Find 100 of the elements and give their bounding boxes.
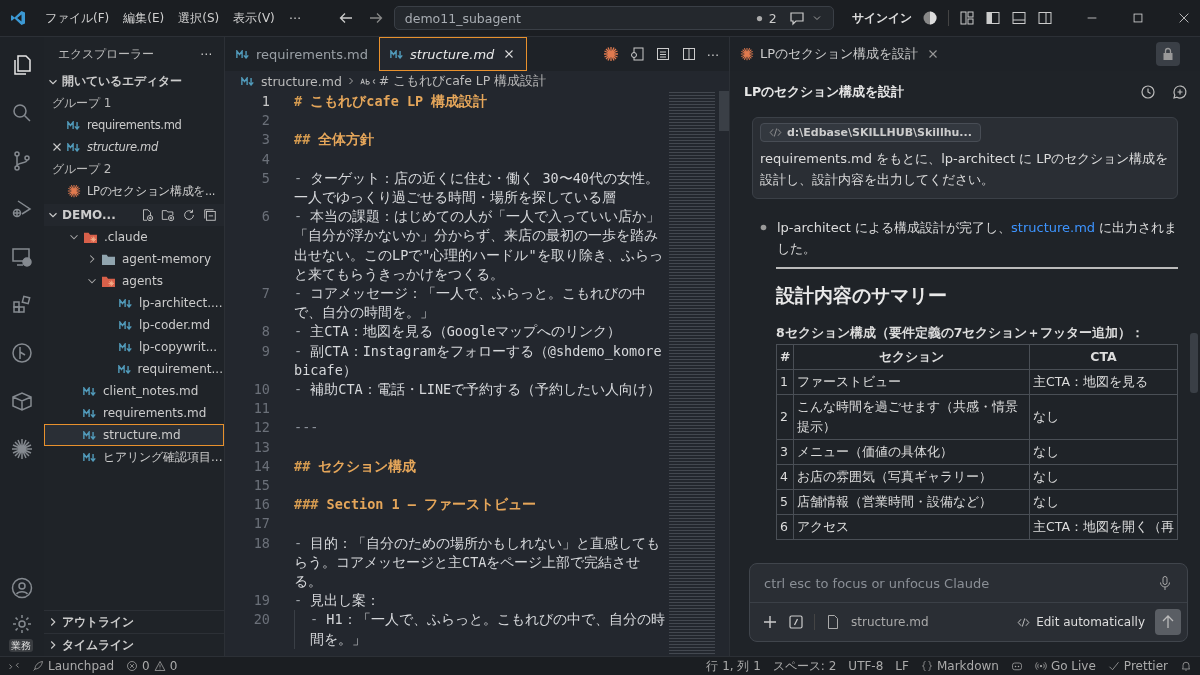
table-cell: 店舗情報（営業時間・設備など） — [794, 489, 1030, 515]
refresh-icon[interactable] — [182, 208, 196, 222]
breadcrumb-item[interactable]: # こもれびcafe LP 構成設計 — [378, 72, 547, 90]
microphone-icon[interactable] — [1157, 575, 1173, 591]
file-tree-item[interactable]: requirement... — [44, 358, 224, 380]
status-item[interactable]: Go Live — [1034, 659, 1096, 673]
bell-icon[interactable] — [1180, 660, 1192, 672]
status-item[interactable]: Markdown — [920, 659, 999, 673]
table-cell: なし — [1029, 464, 1178, 490]
table-cell: 1 — [776, 369, 794, 395]
open-editors-header[interactable]: 開いているエディター — [44, 71, 224, 92]
graph-circle-icon[interactable] — [10, 341, 34, 365]
menu-item[interactable]: 編集(E) — [116, 9, 172, 27]
edit-mode-button[interactable]: Edit automatically — [1017, 615, 1145, 629]
scrollbar-thumb[interactable] — [1190, 333, 1198, 393]
attached-file-label[interactable]: structure.md — [851, 615, 929, 629]
account-circle-icon[interactable] — [921, 10, 938, 26]
menu-item[interactable]: 選択(S) — [171, 9, 227, 27]
editor-tab[interactable]: structure.md — [379, 37, 528, 71]
file-tree-item[interactable]: requirements.md — [44, 402, 224, 424]
file-tree-item[interactable]: structure.md — [44, 424, 224, 446]
more-actions-button[interactable]: ⋯ — [200, 47, 212, 61]
command-search-field[interactable]: demo11_subagent 2 — [393, 6, 834, 30]
chat-bubble-icon[interactable] — [788, 10, 805, 26]
breadcrumb-item[interactable]: structure.md — [261, 73, 342, 89]
status-item[interactable]: スペース: 2 — [772, 657, 837, 675]
menu-item[interactable]: ファイル(F) — [38, 9, 117, 27]
remote-icon[interactable] — [8, 660, 20, 672]
new-folder-icon[interactable] — [161, 208, 175, 222]
list-item-text: - 副CTA：Instagramをフォローする（@shdemo_komorebicafe） — [294, 341, 663, 380]
file-tree-item[interactable]: lp-coder.md — [44, 314, 224, 336]
markdown-icon — [67, 142, 81, 152]
gear-icon[interactable] — [10, 612, 34, 636]
plus-icon[interactable] — [762, 614, 778, 630]
column-header: セクション — [794, 344, 1030, 370]
back-arrow-icon[interactable] — [337, 10, 354, 26]
chat-tab[interactable]: LPのセクション構成を設計 — [730, 37, 951, 71]
menu-item[interactable]: 表示(V) — [226, 9, 282, 27]
account-icon[interactable] — [10, 576, 34, 600]
column-header: CTA — [1029, 344, 1178, 370]
file-tree-item[interactable]: agent-memory — [44, 248, 224, 270]
chat-text-input[interactable]: ctrl esc to focus or unfocus Claude — [750, 568, 1157, 598]
file-tree-item[interactable]: .claude — [44, 226, 224, 248]
open-editor-item[interactable]: structure.md — [44, 136, 224, 158]
file-reference-chip[interactable]: d:\Edbase\SKILLHUB\Skillhu... — [760, 123, 981, 142]
list-item-text: - コアメッセージ：「一人で、ふらっと。こもれびの中で、自分の時間を。」 — [294, 284, 648, 323]
box-icon[interactable] — [10, 389, 34, 413]
file-tree-item[interactable]: ヒアリング確認項目... — [44, 446, 224, 468]
summary-intro-text: 8セクション構成（要件定義の7セクション＋フッター追加）： — [776, 325, 1146, 342]
editor-tab[interactable]: requirements.md — [225, 37, 380, 71]
scrollbar-thumb[interactable] — [719, 91, 729, 131]
file-link[interactable]: structure.md — [1011, 220, 1096, 235]
markdown-heading: ### Section 1 — ファーストビュー — [294, 496, 537, 513]
chat-input-field[interactable]: ctrl esc to focus or unfocus Claude — [750, 564, 1187, 603]
split-editor-icon[interactable] — [680, 46, 697, 62]
file-tree-item[interactable]: lp-copywrit... — [44, 336, 224, 358]
panel-header[interactable]: アウトライン — [44, 610, 224, 633]
status-item[interactable]: UTF-8 — [848, 659, 884, 673]
maximize-icon[interactable] — [1130, 11, 1145, 25]
lock-button[interactable] — [1156, 42, 1180, 66]
line-number: 20 — [252, 610, 271, 630]
bullet-dot-icon — [760, 224, 767, 231]
starburst-icon[interactable] — [10, 437, 34, 461]
sidebar-title: エクスプローラー — [58, 45, 154, 63]
forward-arrow-icon[interactable] — [367, 10, 384, 26]
collapse-all-icon[interactable] — [203, 208, 217, 222]
slash-command-icon[interactable] — [788, 614, 804, 630]
table-cell: 2 — [776, 394, 794, 440]
file-tree-item[interactable]: agents — [44, 270, 224, 292]
status-item[interactable]: 行 1, 列 1 — [706, 657, 761, 675]
status-item[interactable]: LF — [895, 659, 909, 673]
sidebar-right-icon[interactable] — [1036, 10, 1053, 26]
file-tree-item[interactable]: lp-architect.... — [44, 292, 224, 314]
status-item[interactable]: Prettier — [1107, 659, 1168, 673]
list-item-text: - 補助CTA：電話・LINEで予約する（予約したい人向け） — [294, 380, 663, 400]
new-file-icon[interactable] — [140, 208, 154, 222]
list-item-text: - 本当の課題：はじめての人が「一人で入っていい店か」「自分が浮かないか」分からず、来店の最初の一歩を踏み出せない。このLPで"心理的ハードル"を取り除き、ふらっと来てもらうきっかけをつくる。 — [294, 207, 664, 284]
layout-grid-icon[interactable] — [958, 10, 975, 26]
more-actions-button[interactable]: ⋯ — [706, 46, 719, 62]
line-number: 4 — [260, 149, 271, 169]
sidebar-left-icon[interactable] — [984, 10, 1001, 26]
panel-bottom-icon[interactable] — [1010, 10, 1027, 26]
history-icon[interactable] — [1140, 84, 1156, 100]
send-button[interactable] — [1155, 609, 1181, 635]
launchpad-status[interactable]: Launchpad — [32, 659, 115, 673]
line-number: 13 — [252, 437, 271, 457]
starburst-icon[interactable] — [602, 46, 619, 62]
document-icon[interactable] — [654, 46, 671, 62]
file-tree-item[interactable]: client_notes.md — [44, 380, 224, 402]
open-editor-item[interactable]: LPのセクション構成を... — [44, 180, 224, 202]
column-header: # — [776, 344, 794, 370]
preview-icon[interactable] — [628, 46, 645, 62]
monitor-icon[interactable] — [10, 245, 34, 269]
problems-status[interactable]: 0 0 — [126, 659, 178, 673]
sign-in-link[interactable]: サインイン — [851, 9, 912, 27]
menu-item[interactable]: ⋯ — [281, 11, 308, 25]
new-chat-icon[interactable] — [1172, 84, 1188, 100]
explorer-folder-header[interactable]: DEMO... — [44, 204, 224, 226]
line-number: 5 — [260, 168, 271, 188]
open-editor-item[interactable]: requirements.md — [44, 114, 224, 136]
